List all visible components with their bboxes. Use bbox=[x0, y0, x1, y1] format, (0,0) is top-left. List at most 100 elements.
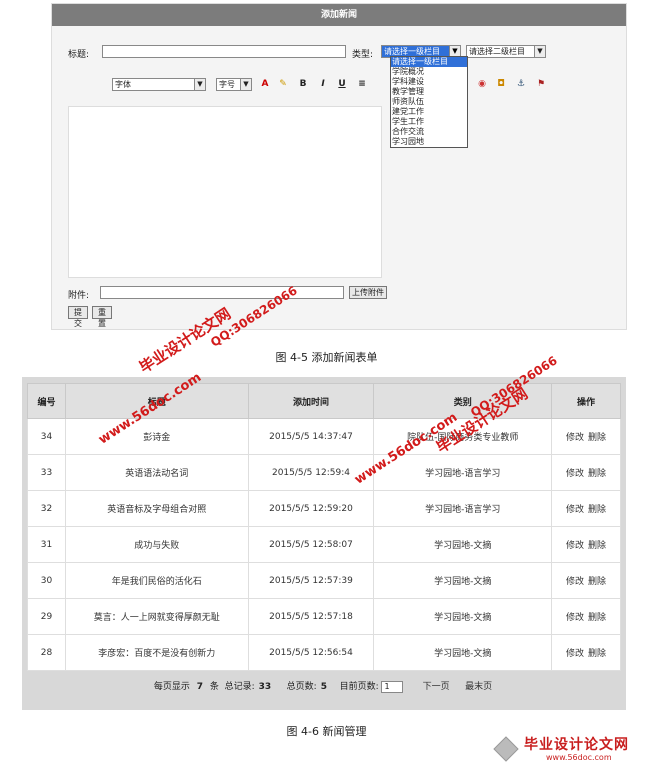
cell-id: 32 bbox=[27, 490, 66, 527]
dropdown-option[interactable]: 学生工作 bbox=[391, 117, 467, 127]
chevron-down-icon: ▼ bbox=[194, 79, 205, 90]
table-row: 28 李彦宏：百度不是没有创新力 2015/5/5 12:56:54 学习园地-文摘修… bbox=[27, 634, 621, 671]
flag-icon[interactable]: ⚑ bbox=[534, 78, 548, 91]
cell-id: 30 bbox=[27, 562, 66, 599]
dropdown-option[interactable]: 学习园地 bbox=[391, 137, 467, 147]
cell-title: 英语语法动名词 bbox=[64, 454, 249, 491]
dropdown-option[interactable]: 请选择一级栏目 bbox=[391, 57, 467, 67]
attachment-label: 附件: bbox=[68, 291, 90, 301]
font-size-select[interactable]: 字号 ▼ bbox=[216, 78, 252, 91]
italic-button[interactable]: I bbox=[316, 78, 330, 91]
edit-link[interactable]: 修改 bbox=[566, 433, 584, 443]
reset-button[interactable]: 重置 bbox=[92, 306, 112, 328]
category1-dropdown-list[interactable]: 请选择一级栏目 学院概况 学科建设 教学管理 师资队伍 建党工作 学生工作 合作交流 学习园地 bbox=[390, 56, 468, 148]
form-body: 标题: 类型: 请选择一级栏目 ▼ 请选择二级栏目 ▼ 请选择一级栏目 学院概况 学科建… bbox=[60, 36, 620, 328]
dropdown-option[interactable]: 教学管理 bbox=[391, 87, 467, 97]
highlight-icon[interactable]: ✎ bbox=[276, 78, 290, 91]
bold-button[interactable]: B bbox=[296, 78, 310, 91]
edit-link[interactable]: 修改 bbox=[566, 541, 584, 551]
font-select[interactable]: 字体 ▼ bbox=[112, 78, 206, 91]
total-records-value: 33 bbox=[258, 682, 272, 692]
delete-link[interactable]: 删除 bbox=[588, 541, 606, 551]
cell-time: 2015/5/5 12:58:07 bbox=[247, 526, 375, 563]
cell-title: 年是我们民俗的活化石 bbox=[64, 562, 249, 599]
edit-link[interactable]: 修改 bbox=[566, 613, 584, 623]
underline-button[interactable]: U bbox=[335, 78, 349, 91]
cell-actions: 修改 删除 bbox=[551, 598, 621, 635]
cell-actions: 修改 删除 bbox=[551, 634, 621, 671]
cell-title: 彭诗金 bbox=[64, 418, 249, 455]
edit-link[interactable]: 修改 bbox=[566, 577, 584, 587]
col-time: 添加时间 bbox=[247, 383, 375, 419]
content-editor[interactable] bbox=[68, 106, 382, 278]
media-icon[interactable]: ◉ bbox=[475, 78, 489, 91]
dropdown-option[interactable]: 建党工作 bbox=[391, 107, 467, 117]
emoticon-icon[interactable]: ◘ bbox=[494, 78, 508, 91]
edit-link[interactable]: 修改 bbox=[566, 649, 584, 659]
upload-attachment-button[interactable]: 上传附件 bbox=[349, 286, 387, 299]
delete-link[interactable]: 删除 bbox=[588, 649, 606, 659]
cell-time: 2015/5/5 12:56:54 bbox=[247, 634, 375, 671]
per-page-label: 每页显示 bbox=[153, 682, 190, 692]
font-color-icon[interactable]: A bbox=[258, 78, 272, 91]
edit-link[interactable]: 修改 bbox=[566, 469, 584, 479]
cell-id: 33 bbox=[27, 454, 66, 491]
cell-id: 28 bbox=[27, 634, 66, 671]
link-icon[interactable]: ⚓ bbox=[514, 78, 528, 91]
total-records-label: 总记录: bbox=[224, 682, 255, 692]
table-row: 30 年是我们民俗的活化石 2015/5/5 12:57:39 学习园地-文摘 修改 删除 bbox=[27, 562, 621, 599]
current-page-label: 目前页数: bbox=[339, 682, 379, 692]
next-page-link[interactable]: 下一页 bbox=[423, 682, 450, 692]
cell-time: 2015/5/5 12:57:39 bbox=[247, 562, 375, 599]
col-actions: 操作 bbox=[551, 383, 621, 419]
dropdown-option[interactable]: 学科建设 bbox=[391, 77, 467, 87]
per-page-unit: 条 bbox=[209, 682, 219, 692]
delete-link[interactable]: 删除 bbox=[588, 469, 606, 479]
cell-title: 英语音标及字母组合对照 bbox=[64, 490, 249, 527]
cell-category: 学习园地-文摘 bbox=[373, 634, 553, 671]
table-row: 32 英语音标及字母组合对照 2015/5/5 12:59:20 学习园地-语言学习 修… bbox=[27, 490, 621, 527]
delete-link[interactable]: 删除 bbox=[588, 613, 606, 623]
delete-link[interactable]: 删除 bbox=[588, 433, 606, 443]
type-label: 类型: bbox=[352, 50, 374, 60]
title-input[interactable] bbox=[102, 45, 346, 58]
current-page-input[interactable]: 1 bbox=[381, 680, 404, 693]
site-logo: 毕业设计论文网 www.56doc.com bbox=[492, 733, 652, 765]
cell-category: 学习园地-语言学习 bbox=[373, 490, 553, 527]
cell-title: 莫言：人一上网就变得厚颜无耻 bbox=[64, 598, 249, 635]
logo-text: 毕业设计论文网 bbox=[524, 737, 629, 753]
per-page-value: 7 bbox=[196, 682, 203, 692]
cell-title: 成功与失败 bbox=[64, 526, 249, 563]
cell-id: 29 bbox=[27, 598, 66, 635]
cell-category: 学习园地-文摘 bbox=[373, 562, 553, 599]
attachment-input[interactable] bbox=[100, 286, 344, 299]
table-row: 33 英语语法动名词 2015/5/5 12:59:4 学习园地-语言学习 修改 删除 bbox=[27, 454, 621, 491]
category2-select[interactable]: 请选择二级栏目 ▼ bbox=[466, 45, 546, 58]
delete-link[interactable]: 删除 bbox=[588, 577, 606, 587]
form-header: 添加新闻 bbox=[52, 4, 626, 26]
add-news-form-panel: 添加新闻 标题: 类型: 请选择一级栏目 ▼ 请选择二级栏目 ▼ 请选择一级栏目 学院… bbox=[51, 3, 627, 330]
pagination-bar: 每页显示 7 条 总记录: 33 总页数: 5 目前页数: 1 下一页 最末页 bbox=[22, 679, 626, 693]
cell-time: 2015/5/5 14:37:47 bbox=[247, 418, 375, 455]
cell-time: 2015/5/5 12:57:18 bbox=[247, 598, 375, 635]
cell-actions: 修改 删除 bbox=[551, 562, 621, 599]
dropdown-option[interactable]: 师资队伍 bbox=[391, 97, 467, 107]
cell-actions: 修改 删除 bbox=[551, 526, 621, 563]
cell-category: 学习园地-文摘 bbox=[373, 526, 553, 563]
title-label: 标题: bbox=[68, 50, 90, 60]
logo-url: www.56doc.com bbox=[546, 753, 612, 762]
submit-button[interactable]: 提交 bbox=[68, 306, 88, 328]
total-pages-label: 总页数: bbox=[286, 682, 317, 692]
table-header-row: 编号 标题 添加时间 类别 操作 bbox=[27, 383, 621, 419]
delete-link[interactable]: 删除 bbox=[588, 505, 606, 515]
logo-emblem-icon bbox=[493, 736, 519, 762]
cell-actions: 修改 删除 bbox=[551, 454, 621, 491]
last-page-link[interactable]: 最末页 bbox=[465, 682, 492, 692]
dropdown-option[interactable]: 合作交流 bbox=[391, 127, 467, 137]
cell-id: 34 bbox=[27, 418, 66, 455]
dropdown-option[interactable]: 学院概况 bbox=[391, 67, 467, 77]
cell-time: 2015/5/5 12:59:20 bbox=[247, 490, 375, 527]
cell-title: 李彦宏：百度不是没有创新力 bbox=[64, 634, 249, 671]
align-icon[interactable]: ≡ bbox=[355, 78, 369, 91]
edit-link[interactable]: 修改 bbox=[566, 505, 584, 515]
